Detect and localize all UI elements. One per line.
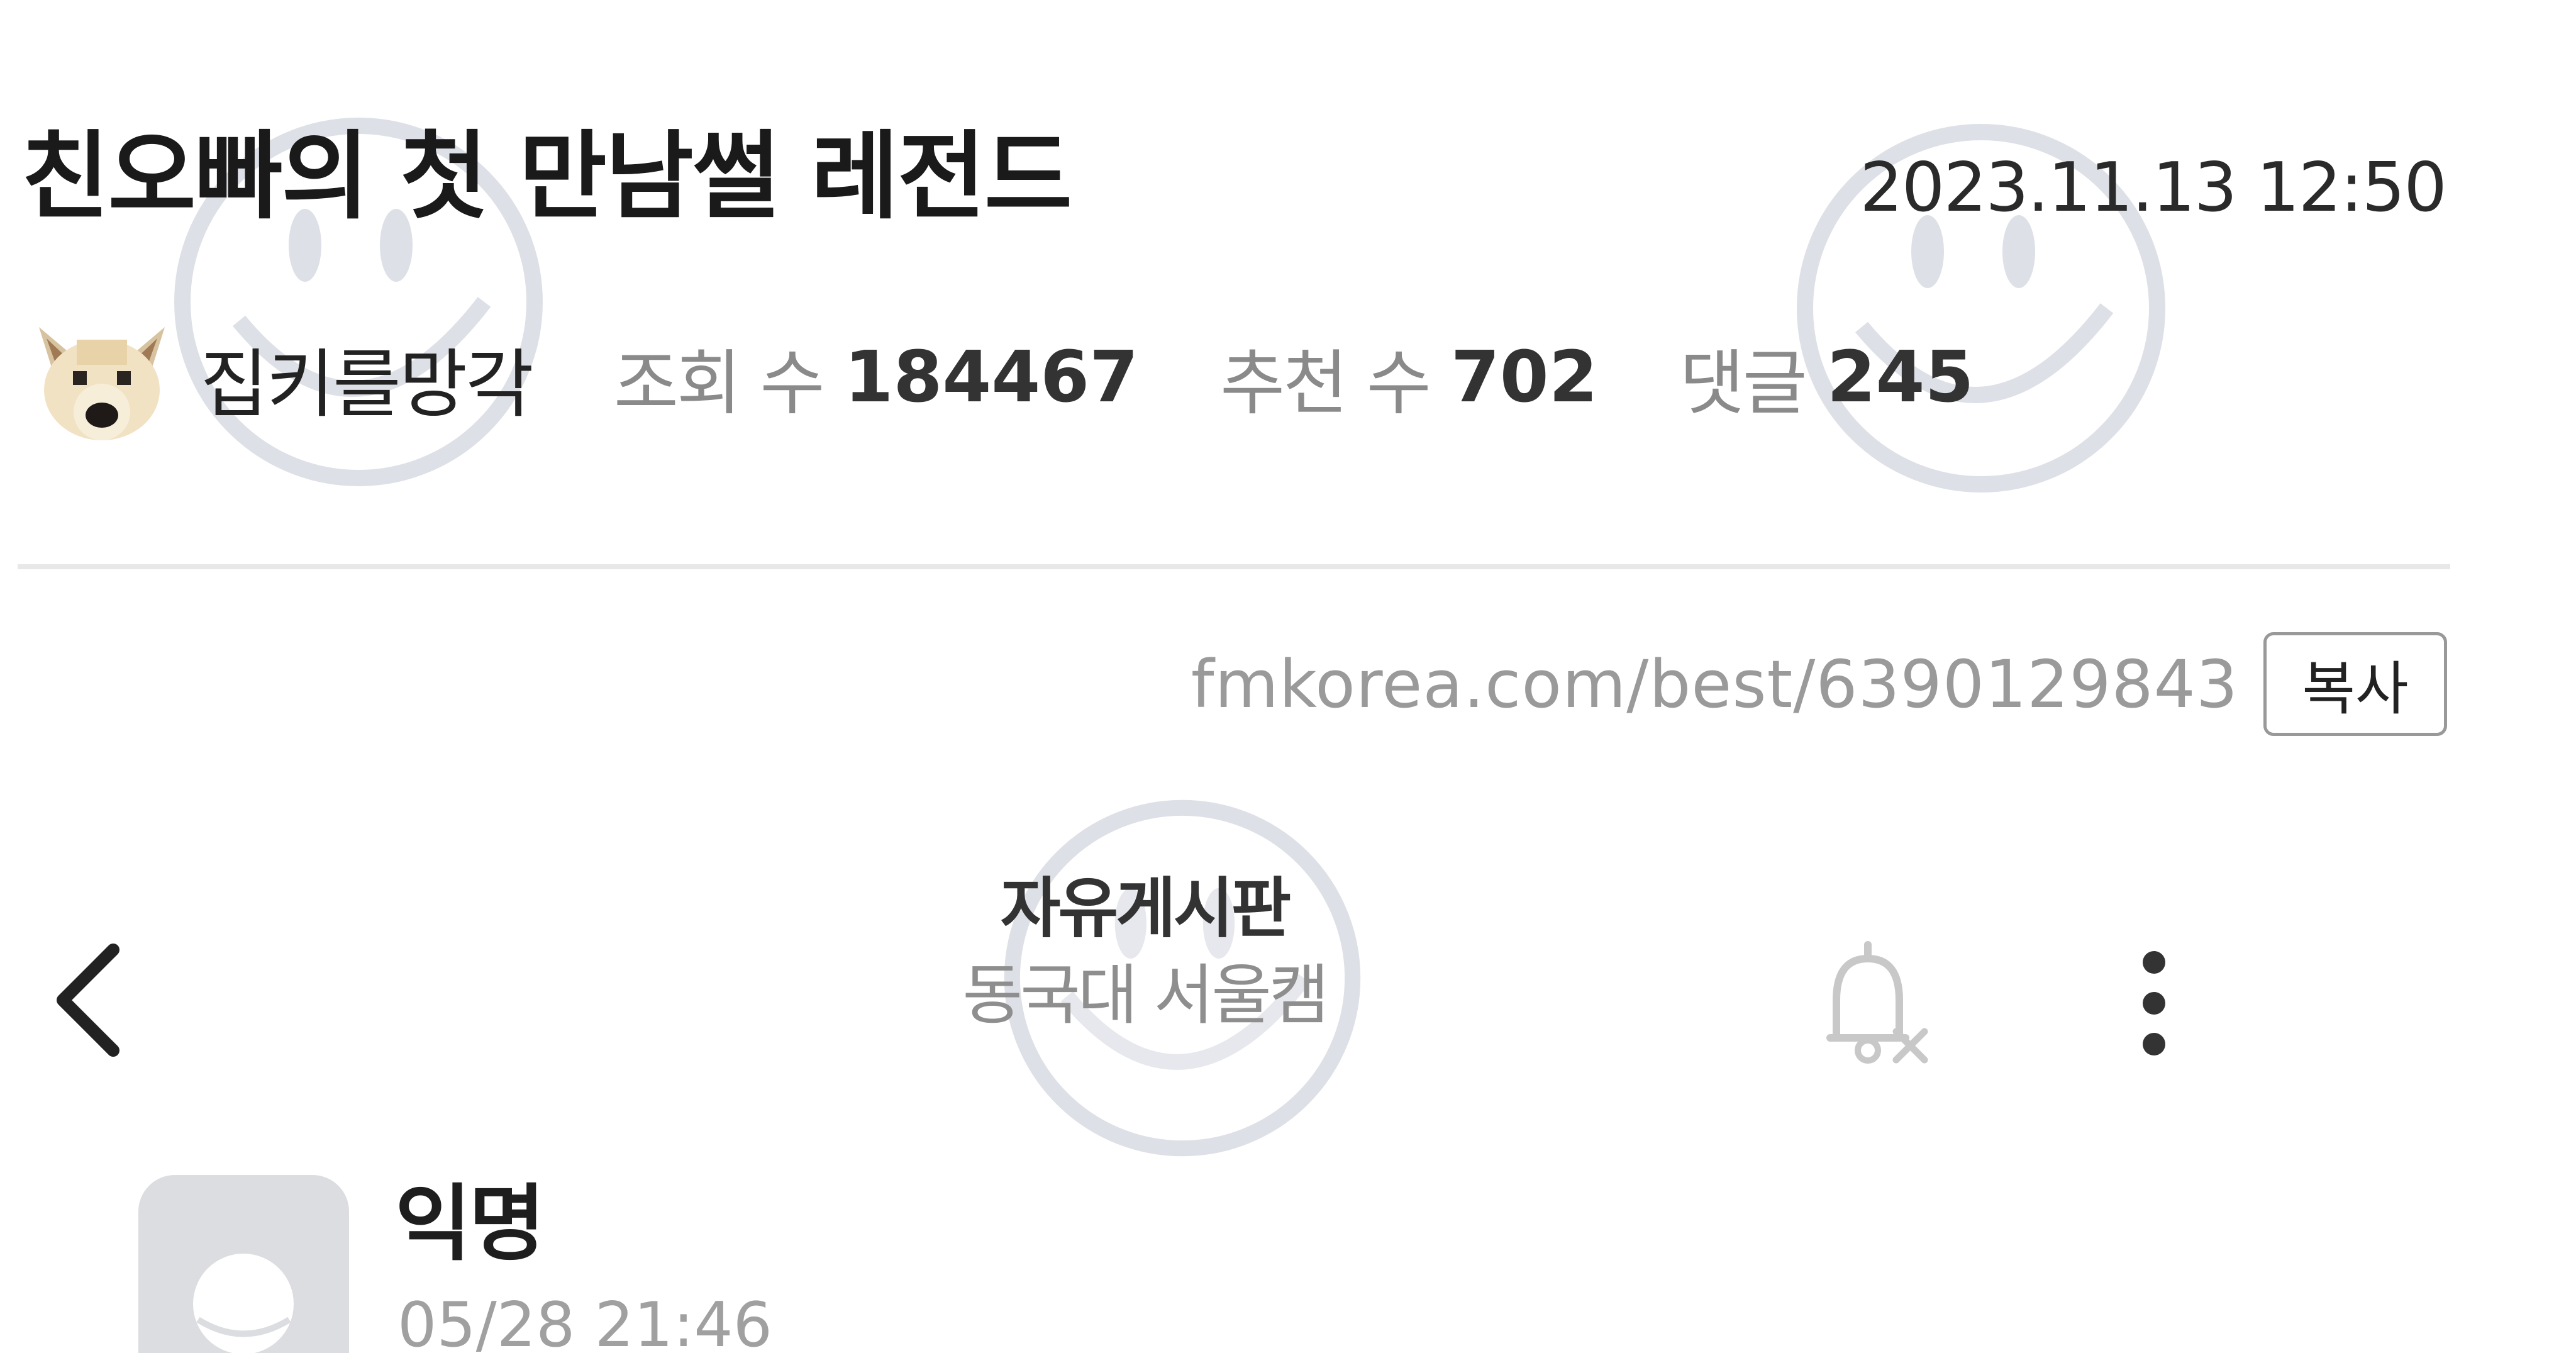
anonymous-avatar (138, 1175, 349, 1353)
views-count: 184467 (844, 337, 1139, 418)
more-vertical-icon (2143, 951, 2165, 1055)
post-meta: 집키를망각 조회 수 184467 추천 수 702 댓글 245 (26, 302, 2056, 453)
chevron-left-icon (57, 944, 119, 1057)
bell-off-icon (1826, 941, 1928, 1064)
comments-label: 댓글 (1679, 343, 1807, 425)
comment-time: 05/28 21:46 (397, 1289, 772, 1353)
comments-count: 245 (1826, 337, 1974, 418)
comment-author: 익명 (395, 1176, 545, 1272)
copy-link-button[interactable]: 복사 (2263, 632, 2447, 736)
post-link-row: fmkorea.com/best/6390129843 복사 (1191, 632, 2447, 736)
post-date: 2023.11.13 12:50 (1860, 148, 2447, 227)
views-label: 조회 수 (613, 343, 825, 425)
post-title: 친오빠의 첫 만남썰 레전드 (21, 121, 1072, 232)
page: 친오빠의 첫 만남썰 레전드 2023.11.13 12:50 집키를망각 조회… (0, 0, 2576, 1353)
user-silhouette-icon (193, 1254, 294, 1353)
divider (18, 564, 2450, 569)
board-name: 자유게시판 (1000, 870, 1291, 947)
notification-toggle-button[interactable] (1818, 937, 1937, 1069)
recommend-count: 702 (1450, 337, 1598, 418)
board-subtitle: 동국대 서울캠 (962, 957, 1329, 1033)
post-url[interactable]: fmkorea.com/best/6390129843 (1191, 646, 2238, 723)
recommend-label: 추천 수 (1220, 343, 1431, 425)
post-author[interactable]: 집키를망각 (200, 324, 534, 432)
dog-avatar-icon (39, 327, 165, 440)
more-options-button[interactable] (2119, 944, 2189, 1063)
back-button[interactable] (44, 937, 132, 1063)
